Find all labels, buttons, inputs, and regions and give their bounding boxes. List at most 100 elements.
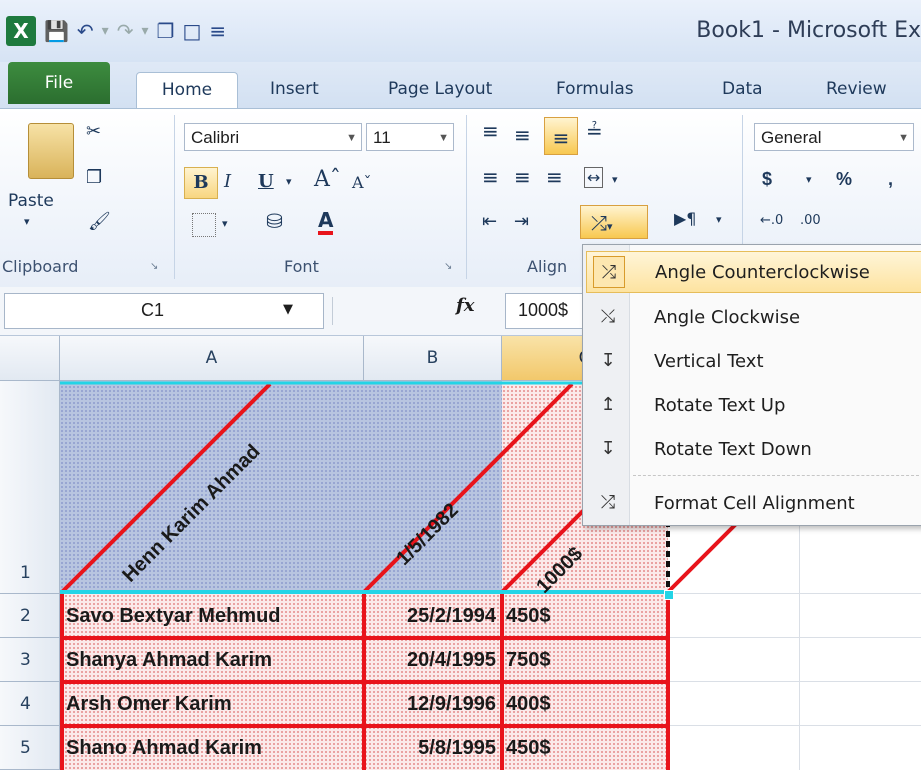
align-left-icon[interactable]: ≡ <box>482 165 499 189</box>
new-document-icon[interactable]: □ <box>182 19 201 43</box>
cell-b3[interactable]: 20/4/1995 <box>368 638 500 682</box>
splitter-handle[interactable] <box>332 297 351 325</box>
font-size-combo[interactable]: 11 ▼ <box>366 123 454 151</box>
clipboard-launcher-icon[interactable]: ↘ <box>150 261 158 272</box>
align-top-icon[interactable]: ≡ <box>482 119 499 143</box>
paste-button[interactable]: Paste <box>8 191 54 211</box>
decrease-indent-icon[interactable]: ⇤ <box>482 211 497 232</box>
borders-icon[interactable] <box>192 213 216 237</box>
cell-a3[interactable]: Shanya Ahmad Karim <box>66 638 362 682</box>
font-color-icon[interactable]: A <box>318 209 334 235</box>
redo-icon[interactable]: ↷ <box>117 19 134 43</box>
orientation-menu: ⤮ Angle Counterclockwise ⤯ Angle Clockwi… <box>582 244 921 526</box>
copy-icon[interactable]: ❐ <box>157 19 175 43</box>
menu-item-rotate-text-up[interactable]: ↥ Rotate Text Up <box>586 385 921 427</box>
menu-item-vertical-text[interactable]: ↧ Vertical Text <box>586 341 921 383</box>
column-header-b[interactable]: B <box>364 336 502 381</box>
tab-file[interactable]: File <box>8 62 110 104</box>
copy-button-icon[interactable]: ❐ <box>86 167 102 188</box>
excel-logo-icon[interactable]: X <box>6 16 36 46</box>
menu-item-label: Rotate Text Down <box>654 439 812 460</box>
cell-c3[interactable]: 750$ <box>506 638 666 682</box>
underline-button[interactable]: U <box>258 171 274 192</box>
menu-separator <box>633 475 919 476</box>
cell-a5[interactable]: Shano Ahmad Karim <box>66 726 362 770</box>
currency-button[interactable]: $ <box>762 169 772 190</box>
tab-review[interactable]: Review <box>826 72 887 110</box>
fill-handle[interactable] <box>664 590 674 600</box>
borders-dropdown-icon[interactable]: ▾ <box>222 217 228 230</box>
customize-qat-icon[interactable]: ≡ <box>209 19 226 43</box>
cut-icon[interactable]: ✂ <box>86 121 101 142</box>
row-header-5[interactable]: 5 <box>0 726 60 770</box>
font-name-combo[interactable]: Calibri ▼ <box>184 123 362 151</box>
tab-page-layout[interactable]: Page Layout <box>388 72 492 110</box>
row-header-1[interactable]: 1 <box>0 381 60 594</box>
menu-item-angle-counterclockwise[interactable]: ⤮ Angle Counterclockwise <box>586 251 921 293</box>
cell-a4[interactable]: Arsh Omer Karim <box>66 682 362 726</box>
merge-center-icon[interactable]: ↔ <box>584 167 604 188</box>
select-all-corner[interactable] <box>0 336 60 381</box>
divider <box>174 115 175 279</box>
chevron-down-icon[interactable]: ▼ <box>283 302 293 317</box>
align-center-icon[interactable]: ≡ <box>514 165 531 189</box>
insert-function-button[interactable]: fx <box>456 295 474 316</box>
percent-button[interactable]: % <box>836 169 852 190</box>
cell-c2[interactable]: 450$ <box>506 594 666 638</box>
row-header-3[interactable]: 3 <box>0 638 60 682</box>
row-header-2[interactable]: 2 <box>0 594 60 638</box>
cell-b4[interactable]: 12/9/1996 <box>368 682 500 726</box>
italic-button[interactable]: I <box>224 171 231 192</box>
cell-c5[interactable]: 450$ <box>506 726 666 770</box>
row-header-4[interactable]: 4 <box>0 682 60 726</box>
number-format-combo[interactable]: General ▼ <box>754 123 914 151</box>
decrease-decimal-icon[interactable]: .00 <box>800 213 821 228</box>
paste-dropdown-icon[interactable]: ▾ <box>24 215 30 228</box>
format-painter-icon[interactable]: 🖌 <box>88 211 111 232</box>
menu-item-label: Vertical Text <box>654 351 764 372</box>
orientation-button[interactable]: ⤮▾ <box>580 205 648 239</box>
align-bottom-icon[interactable]: ≡ <box>544 117 578 155</box>
name-box[interactable]: C1 ▼ <box>4 293 324 329</box>
font-size-value: 11 <box>373 128 391 147</box>
cell-b5[interactable]: 5/8/1995 <box>368 726 500 770</box>
tab-insert[interactable]: Insert <box>270 72 319 110</box>
tab-home[interactable]: Home <box>136 72 238 111</box>
font-launcher-icon[interactable]: ↘ <box>444 261 452 272</box>
align-middle-icon[interactable]: ≡ <box>514 123 531 147</box>
merge-dropdown-icon[interactable]: ▾ <box>612 173 618 186</box>
redo-dropdown-icon[interactable]: ▾ <box>141 23 148 39</box>
increase-indent-icon[interactable]: ⇥ <box>514 211 529 232</box>
menu-item-label: Rotate Text Up <box>654 395 786 416</box>
rotate-down-icon: ↧ <box>600 438 616 459</box>
title-bar: X 💾 ↶ ▾ ↷ ▾ ❐ □ ≡ Book1 - Microsoft Ex <box>0 0 921 62</box>
underline-dropdown-icon[interactable]: ▾ <box>286 175 292 188</box>
align-right-icon[interactable]: ≡ <box>546 165 563 189</box>
bold-button[interactable]: B <box>184 167 218 199</box>
clipboard-icon[interactable] <box>28 123 74 179</box>
clipboard-group-label: Clipboard <box>2 257 79 276</box>
menu-item-angle-clockwise[interactable]: ⤯ Angle Clockwise <box>586 297 921 339</box>
cell-c4[interactable]: 400$ <box>506 682 666 726</box>
save-icon[interactable]: 💾 <box>44 19 69 43</box>
increase-decimal-icon[interactable]: ←.0 <box>760 213 783 228</box>
currency-dropdown-icon[interactable]: ▾ <box>806 173 812 186</box>
cell-a1-text: Henn Karim Ahmad <box>118 440 265 587</box>
rtl-dropdown-icon[interactable]: ▾ <box>716 213 722 226</box>
fill-color-icon[interactable]: ⛁ <box>266 209 283 233</box>
cell-a2[interactable]: Savo Bextyar Mehmud <box>66 594 362 638</box>
undo-icon[interactable]: ↶ <box>77 19 94 43</box>
cell-b2[interactable]: 25/2/1994 <box>368 594 500 638</box>
shrink-font-icon[interactable]: Aˇ <box>352 173 372 192</box>
comma-button[interactable]: , <box>888 169 893 190</box>
grow-font-icon[interactable]: Aˆ <box>314 167 341 192</box>
tab-data[interactable]: Data <box>722 72 763 110</box>
wrap-text-icon[interactable]: ≟ <box>586 119 603 143</box>
tab-formulas[interactable]: Formulas <box>556 72 634 110</box>
menu-item-format-cell-alignment[interactable]: ⤮ Format Cell Alignment <box>586 483 921 525</box>
rtl-text-icon[interactable]: ▶¶ <box>674 209 696 228</box>
undo-dropdown-icon[interactable]: ▾ <box>102 23 109 39</box>
chevron-down-icon: ▾ <box>607 220 613 233</box>
column-header-a[interactable]: A <box>60 336 364 381</box>
menu-item-rotate-text-down[interactable]: ↧ Rotate Text Down <box>586 429 921 471</box>
